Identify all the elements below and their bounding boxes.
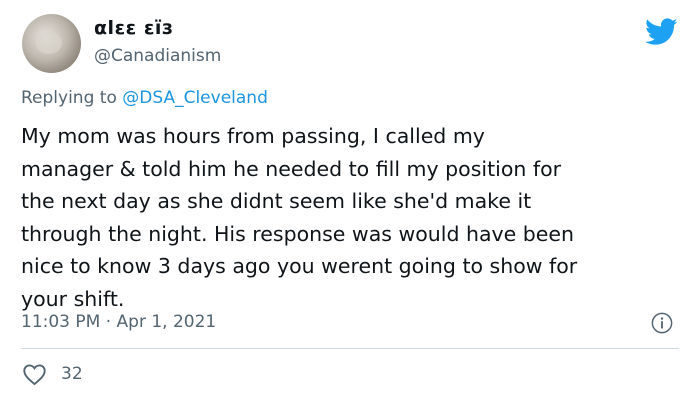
heart-icon[interactable] — [22, 363, 47, 386]
replying-to-label: Replying to — [21, 88, 123, 108]
tweet-text: My mom was hours from passing, I called … — [21, 124, 578, 311]
twitter-bird-icon[interactable] — [645, 18, 678, 46]
like-count: 32 — [61, 364, 83, 384]
author-handle[interactable]: @Canadianism — [94, 46, 221, 66]
avatar[interactable] — [22, 14, 81, 73]
tweet-timestamp[interactable]: 11:03 PM · Apr 1, 2021 — [21, 312, 216, 332]
reply-mention-link[interactable]: @DSA_Cleveland — [122, 88, 268, 108]
info-icon[interactable] — [651, 312, 673, 334]
author-display-name[interactable]: αlεε εїз — [94, 17, 173, 39]
divider — [21, 348, 679, 349]
replying-to-line: Replying to @DSA_Cleveland — [21, 88, 268, 108]
